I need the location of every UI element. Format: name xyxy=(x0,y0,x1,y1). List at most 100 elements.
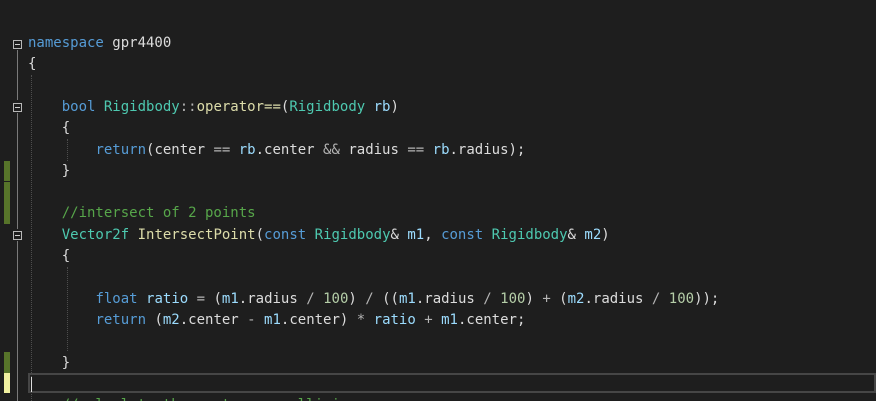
code-line[interactable]: return(center == rb.center && radius == … xyxy=(28,140,525,161)
code-token: = xyxy=(196,291,206,307)
code-token: Rigidbody xyxy=(491,227,568,243)
code-token: float xyxy=(95,291,138,307)
code-token: - xyxy=(247,312,256,328)
code-line[interactable]: { xyxy=(28,54,36,75)
code-token: .radius xyxy=(238,291,307,307)
code-token: m1 xyxy=(407,227,425,243)
code-token: & xyxy=(390,227,408,243)
code-token: m1 xyxy=(264,312,281,328)
code-token: m2 xyxy=(567,291,585,307)
code-token: 100 xyxy=(500,291,526,307)
code-token: .center xyxy=(255,142,324,158)
code-token: Rigidbody xyxy=(103,99,180,115)
code-line[interactable]: Vector2f IntersectPoint(const Rigidbody&… xyxy=(28,225,610,246)
code-editor[interactable]: namespace gpr4400{ bool Rigidbody::opera… xyxy=(0,0,876,401)
code-token: ( xyxy=(550,291,568,307)
code-token: const xyxy=(264,227,307,243)
code-token: ( xyxy=(255,227,265,243)
code-token: { xyxy=(28,56,37,72)
code-token: Rigidbody xyxy=(289,99,366,115)
code-token: + xyxy=(424,312,433,328)
change-marker-saved xyxy=(4,182,10,224)
code-line[interactable]: { xyxy=(28,118,70,139)
code-token: .radius); xyxy=(449,142,526,158)
code-token: radius xyxy=(339,142,408,158)
code-token: const xyxy=(441,227,484,243)
change-marker-saved xyxy=(4,161,10,181)
code-token: == xyxy=(407,142,425,158)
code-token: operator== xyxy=(196,99,281,115)
code-line[interactable]: bool Rigidbody::operator==(Rigidbody rb) xyxy=(28,97,399,118)
text-caret xyxy=(31,377,32,392)
code-token: gpr4400 xyxy=(103,35,172,51)
code-line[interactable]: //intersect of 2 points xyxy=(28,203,256,224)
code-token: .center) xyxy=(280,312,357,328)
code-token: , xyxy=(424,227,442,243)
code-token: ) xyxy=(390,99,399,115)
code-line[interactable]: } xyxy=(28,161,70,182)
fold-guide-line xyxy=(17,113,18,229)
code-token: ( xyxy=(205,291,222,307)
fold-guide-line xyxy=(17,50,18,100)
code-line[interactable]: //calculate the vector ro collisiony xyxy=(28,395,365,401)
code-token: Rigidbody xyxy=(314,227,391,243)
code-token: ratio xyxy=(146,291,189,307)
code-token: .center xyxy=(179,312,248,328)
code-line[interactable]: } xyxy=(28,353,70,374)
code-token: 100 xyxy=(668,291,695,307)
code-token: .radius xyxy=(415,291,484,307)
code-token: m2 xyxy=(584,227,602,243)
code-token: && xyxy=(323,142,340,158)
code-token: { xyxy=(28,248,71,264)
code-token: * xyxy=(356,312,366,328)
code-token: + xyxy=(542,291,551,307)
code-token: / xyxy=(365,291,374,307)
code-line[interactable]: float ratio = (m1.radius / 100) / ((m1.r… xyxy=(28,289,719,310)
code-token: ) xyxy=(348,291,366,307)
collapse-intersectpoint-icon[interactable] xyxy=(13,231,22,240)
code-token: namespace xyxy=(28,35,104,51)
code-token: (center xyxy=(146,142,214,158)
code-line[interactable]: { xyxy=(28,246,70,267)
code-token: } xyxy=(28,355,71,371)
code-token: return xyxy=(95,142,147,158)
change-marker-saved xyxy=(4,352,10,373)
code-token: / xyxy=(483,291,492,307)
code-token: m2 xyxy=(162,312,180,328)
code-token: //calculate the vector ro collisiony xyxy=(62,397,365,401)
code-token: == xyxy=(213,142,231,158)
code-token: .center; xyxy=(457,312,526,328)
code-token: m1 xyxy=(441,312,458,328)
code-token: rb xyxy=(238,142,256,158)
code-token: / xyxy=(306,291,315,307)
collapse-namespace-icon[interactable] xyxy=(13,40,22,49)
code-token: //intersect of 2 points xyxy=(61,205,256,221)
code-line[interactable]: return (m2.center - m1.center) * ratio +… xyxy=(28,310,525,331)
code-token: m1 xyxy=(221,291,239,307)
editor-gutter xyxy=(0,0,28,401)
collapse-operator-icon[interactable] xyxy=(13,103,22,112)
code-token: return xyxy=(95,312,147,328)
code-token: & xyxy=(567,227,585,243)
code-token: )); xyxy=(694,291,720,307)
code-line[interactable]: namespace gpr4400 xyxy=(28,33,171,54)
